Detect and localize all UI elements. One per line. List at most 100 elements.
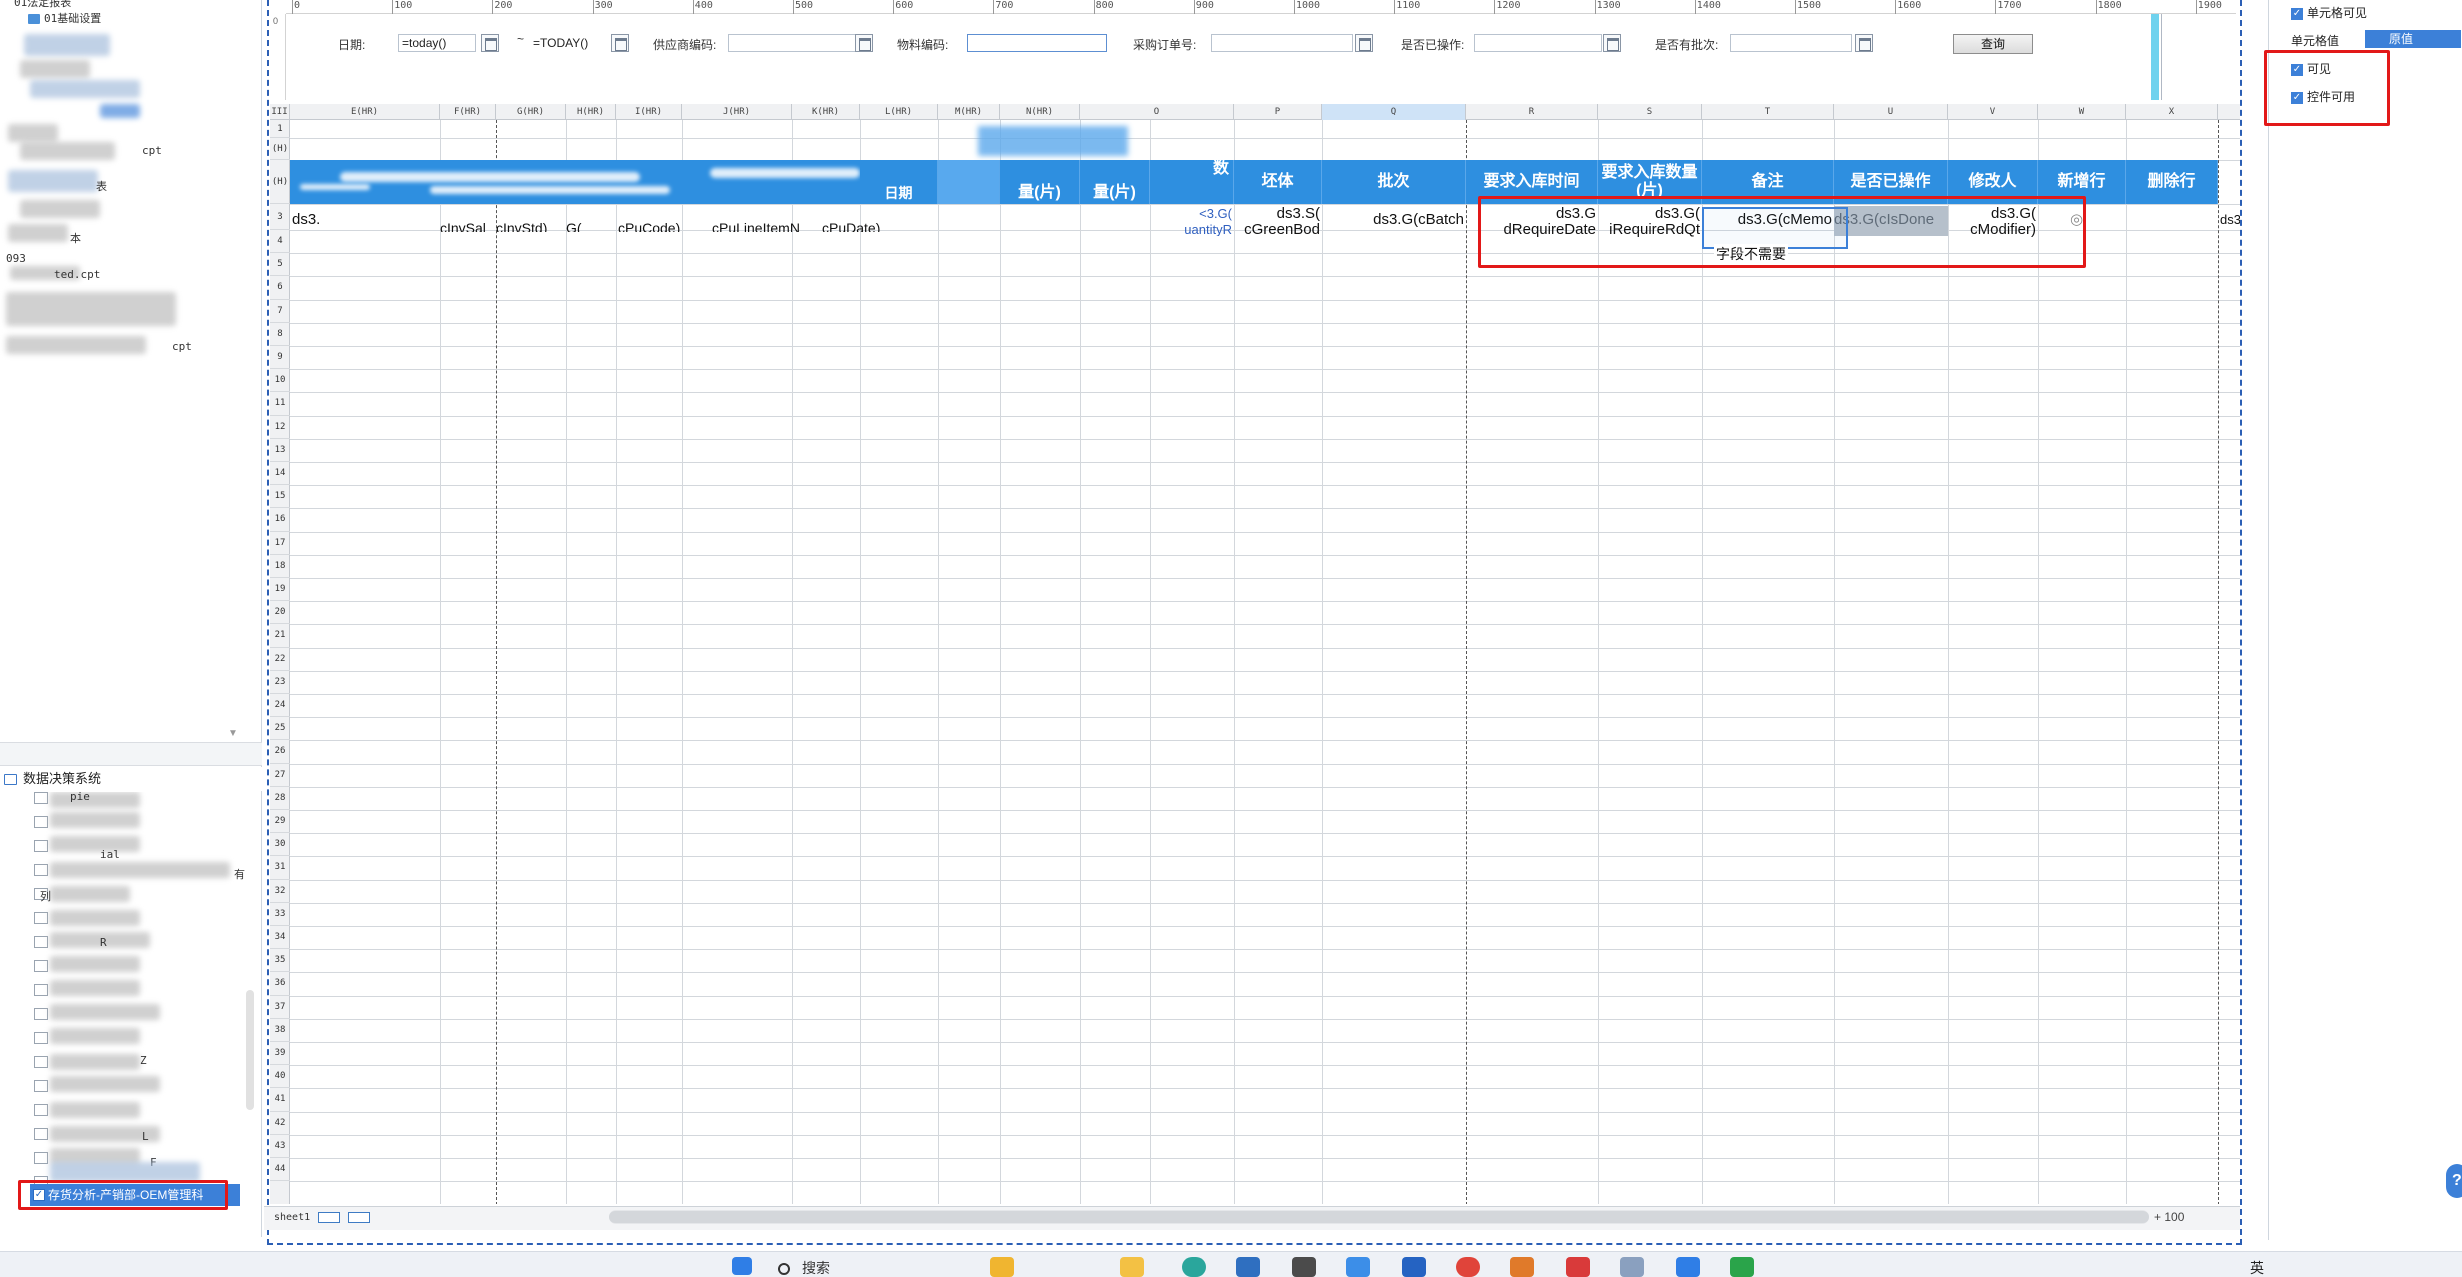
tree-item[interactable]: cpt	[142, 142, 162, 160]
add-sheet-icon[interactable]	[318, 1211, 341, 1223]
column-header[interactable]: P	[1234, 104, 1322, 120]
row-header[interactable]: 4	[270, 230, 290, 254]
chevron-down-icon[interactable]: ▼	[228, 728, 238, 739]
row-header[interactable]: 43	[270, 1135, 290, 1158]
row-header[interactable]: 35	[270, 949, 290, 973]
query-button[interactable]: 查询	[1953, 34, 2033, 54]
row-header[interactable]: 8	[270, 323, 290, 346]
grid-body[interactable]	[290, 120, 2240, 1204]
row-header[interactable]: 19	[270, 578, 290, 602]
row-header[interactable]: 10	[270, 369, 290, 393]
column-header[interactable]: L(HR)	[860, 104, 938, 120]
calendar-icon[interactable]	[1355, 34, 1373, 52]
row-header[interactable]: 36	[270, 972, 290, 996]
cell-visible-option[interactable]: ✓ 单元格可见	[2291, 6, 2367, 20]
row-header[interactable]: 41	[270, 1088, 290, 1112]
row-header[interactable]: 18	[270, 555, 290, 578]
row-header[interactable]: 13	[270, 439, 290, 462]
tree-checkbox[interactable]	[34, 1128, 48, 1140]
tree-checkbox[interactable]	[34, 864, 48, 876]
tree-item[interactable]: 01基础设置	[28, 10, 101, 28]
cell-p3[interactable]: ds3.G(cBatch	[1322, 206, 1464, 232]
row-header[interactable]: 1	[270, 120, 290, 138]
chrome-icon[interactable]	[1456, 1257, 1480, 1277]
app-icon[interactable]	[1402, 1257, 1426, 1277]
column-header[interactable]: J(HR)	[682, 104, 792, 120]
tree-checkbox[interactable]	[34, 792, 48, 804]
row-header[interactable]: 15	[270, 485, 290, 509]
calendar-icon[interactable]	[855, 34, 873, 52]
app-icon[interactable]	[1292, 1257, 1316, 1277]
add-form-icon[interactable]	[348, 1211, 371, 1223]
tree-item[interactable]: 列	[40, 888, 51, 906]
cell-n3[interactable]: <3.G(uantityR	[1150, 206, 1232, 236]
column-header[interactable]: H(HR)	[566, 104, 616, 120]
tree-checkbox[interactable]	[34, 816, 48, 828]
cell-h3[interactable]: G(	[566, 206, 596, 232]
app-icon[interactable]	[1730, 1257, 1754, 1277]
cell-g3[interactable]: cInvStd)	[496, 206, 564, 232]
report-title-cell[interactable]	[978, 126, 1128, 156]
row-header[interactable]: 14	[270, 462, 290, 486]
operated-field[interactable]	[1474, 34, 1602, 52]
dropdown-icon[interactable]	[1855, 34, 1873, 52]
column-header[interactable]: R	[1466, 104, 1598, 120]
server-tree[interactable]: pie ial 有 列 R Z L	[0, 792, 262, 1232]
tree-item[interactable]: 本	[70, 230, 81, 248]
tree-checkbox[interactable]	[34, 1152, 48, 1164]
row-header[interactable]: 3	[270, 204, 290, 230]
tree-checkbox[interactable]	[34, 1080, 48, 1092]
row-header[interactable]: 23	[270, 671, 290, 694]
header-cell-o[interactable]: 坯体	[1234, 160, 1322, 204]
cell-o3[interactable]: ds3.S(cGreenBod	[1234, 206, 1320, 240]
tree-checkbox[interactable]	[34, 1008, 48, 1020]
header-cell-n[interactable]: 量(片)	[1080, 160, 1150, 204]
tree-checkbox[interactable]	[34, 1104, 48, 1116]
tree-checkbox[interactable]	[34, 1056, 48, 1068]
column-header[interactable]: G(HR)	[496, 104, 566, 120]
app-icon[interactable]	[1676, 1257, 1700, 1277]
row-header[interactable]: 12	[270, 416, 290, 439]
tree-checkbox[interactable]	[34, 936, 48, 948]
row-header[interactable]: 39	[270, 1042, 290, 1066]
row-header[interactable]: 37	[270, 996, 290, 1019]
po-field[interactable]	[1211, 34, 1353, 52]
tree-item[interactable]: Z	[140, 1052, 147, 1070]
app-icon[interactable]	[1620, 1257, 1644, 1277]
tree-item[interactable]: 有	[234, 866, 245, 884]
tree-checkbox[interactable]	[34, 960, 48, 972]
app-icon[interactable]	[990, 1257, 1014, 1277]
app-icon[interactable]	[1566, 1257, 1590, 1277]
cell-k3[interactable]: cPuDate)	[822, 206, 922, 232]
column-header[interactable]: W	[2038, 104, 2126, 120]
dropdown-icon[interactable]	[1603, 34, 1621, 52]
tree-item[interactable]: 表	[96, 178, 107, 196]
header-cell-w[interactable]: 删除行	[2126, 160, 2218, 204]
row-header[interactable]: 33	[270, 903, 290, 926]
tree-checkbox[interactable]	[34, 912, 48, 924]
column-header[interactable]: O	[1080, 104, 1234, 120]
spreadsheet-grid[interactable]: III E(HR) F(HR) G(HR) H(HR) I(HR) J(HR) K(HR) L(…	[270, 104, 2240, 1204]
row-header[interactable]: 7	[270, 300, 290, 323]
check-icon[interactable]: ✓	[2291, 7, 2303, 20]
row-header[interactable]: 29	[270, 810, 290, 834]
edge-icon[interactable]	[1182, 1257, 1206, 1277]
taskbar-search[interactable]: 搜索	[778, 1258, 978, 1277]
column-header[interactable]: V	[1948, 104, 2038, 120]
app-icon[interactable]	[1510, 1257, 1534, 1277]
tree-checkbox[interactable]	[34, 840, 48, 852]
supplier-field[interactable]	[728, 34, 856, 52]
row-header[interactable]: 5	[270, 253, 290, 277]
tree-item[interactable]: cpt	[172, 338, 192, 356]
corner-cell[interactable]: III	[270, 104, 290, 120]
row-header[interactable]: 28	[270, 787, 290, 810]
column-header[interactable]: N(HR)	[1000, 104, 1080, 120]
row-header[interactable]: 22	[270, 648, 290, 671]
horizontal-scrollbar[interactable]	[609, 1210, 2149, 1224]
help-icon[interactable]: ?	[2446, 1164, 2462, 1198]
row-header[interactable]: (H)	[270, 160, 290, 204]
calendar-icon[interactable]	[611, 34, 629, 52]
column-header[interactable]: K(HR)	[792, 104, 860, 120]
row-header[interactable]: 26	[270, 740, 290, 764]
row-header[interactable]: 24	[270, 694, 290, 718]
